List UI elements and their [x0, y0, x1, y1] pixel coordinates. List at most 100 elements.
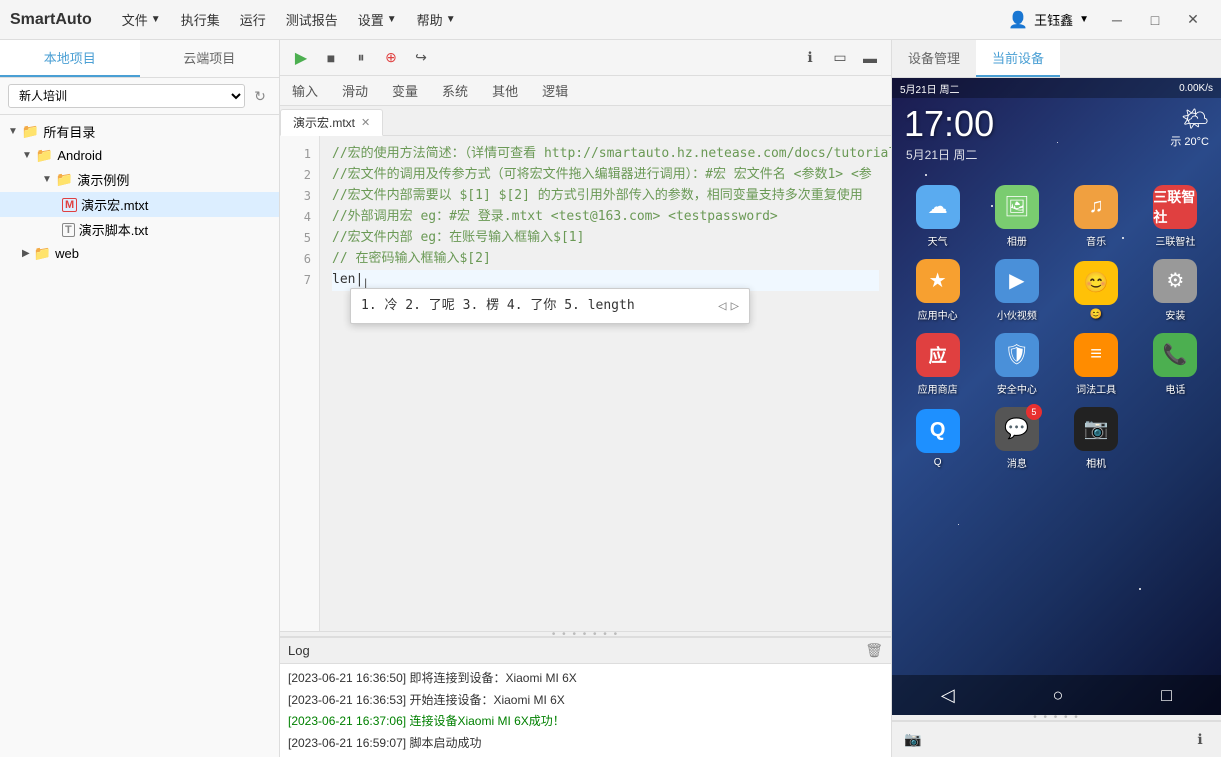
app-icon-video[interactable]: ▶ 小伙视频 — [979, 255, 1054, 325]
app-icon-phone[interactable]: 📞 电话 — [1138, 329, 1213, 399]
code-tab-other[interactable]: 其他 — [488, 79, 522, 102]
sidebar-tabs: 本地项目 云端项目 — [0, 40, 279, 78]
menu-settings[interactable]: 设置 ▼ — [348, 6, 407, 33]
menu-run[interactable]: 运行 — [230, 6, 276, 33]
app-icon-camera[interactable]: 📷 相机 — [1059, 403, 1134, 473]
code-tab-slide[interactable]: 滑动 — [338, 79, 372, 102]
minimize-button[interactable]: ─ — [1099, 6, 1135, 34]
tab-device-management[interactable]: 设备管理 — [892, 40, 976, 77]
tree-item-android[interactable]: ▼ 📁 Android — [0, 144, 279, 167]
tree-item-demo-script[interactable]: T 演示脚本.txt — [0, 217, 279, 242]
app-icon-sanlian[interactable]: 三联智社 三联智社 — [1138, 181, 1213, 251]
editor-content[interactable]: 1 2 3 4 5 6 7 //宏的使用方法简述：（详情可查看 http://s… — [280, 136, 891, 631]
code-line: //宏的使用方法简述：（详情可查看 http://smartauto.hz.ne… — [332, 144, 879, 165]
tab-current-device[interactable]: 当前设备 — [976, 40, 1060, 77]
app-icon-img: 🖼 — [995, 185, 1039, 229]
screenshot-button[interactable]: 📷 — [900, 727, 926, 753]
autocomplete-next[interactable]: ▷ — [731, 295, 739, 317]
tab-cloud-project[interactable]: 云端项目 — [140, 40, 280, 77]
stop-button[interactable]: ■ — [318, 45, 344, 71]
app-icon-img: 三联智社 — [1153, 185, 1197, 229]
menu-execset[interactable]: 执行集 — [171, 6, 230, 33]
project-selector: 新人培训 ↻ — [0, 78, 279, 115]
app-icon-appcenter[interactable]: ★ 应用中心 — [900, 255, 975, 325]
code-tab-sys[interactable]: 系统 — [438, 79, 472, 102]
app-icon-img: 📞 — [1153, 333, 1197, 377]
tree-item-demo[interactable]: ▼ 📁 演示例例 — [0, 167, 279, 192]
app-label: 相机 — [1086, 455, 1106, 470]
app-icon-emoji[interactable]: 😊 😊 — [1059, 255, 1134, 325]
triangle-icon: ▶ — [22, 248, 30, 259]
app-icon-install[interactable]: ⚙ 安装 — [1138, 255, 1213, 325]
tree-item-all-dirs[interactable]: ▼ 📁 所有目录 — [0, 119, 279, 144]
autocomplete-prev[interactable]: ◁ — [718, 295, 726, 317]
log-content: [2023-06-21 16:36:50] 即将连接到设备：Xiaomi MI … — [280, 664, 891, 757]
project-dropdown[interactable]: 新人培训 — [8, 84, 245, 108]
log-clear-button[interactable]: 🗑 — [865, 642, 883, 659]
triangle-icon: ▼ — [42, 174, 52, 185]
code-tab-var[interactable]: 变量 — [388, 79, 422, 102]
phone-recents-button[interactable]: □ — [1161, 685, 1172, 706]
code-line: //宏文件内部 eg：在账号输入框输入$[1] — [332, 228, 879, 249]
phone-nav-bar: ◁ ○ □ — [892, 675, 1221, 715]
window-controls: ─ □ ✕ — [1099, 6, 1211, 34]
device-screen: 5月21日 周二 0.00K/s 17:00 5月21日 周二 🌤 示 20°C — [892, 78, 1221, 715]
log-entry: [2023-06-21 16:36:50] 即将连接到设备：Xiaomi MI … — [288, 668, 883, 690]
phone-home-button[interactable]: ○ — [1053, 685, 1064, 706]
app-icon-tools[interactable]: ≡ 词法工具 — [1059, 329, 1134, 399]
phone-screen[interactable]: 5月21日 周二 0.00K/s 17:00 5月21日 周二 🌤 示 20°C — [892, 78, 1221, 715]
user-area[interactable]: 👤 王钰鑫 ▼ — [998, 6, 1099, 34]
code-tab-logic[interactable]: 逻辑 — [538, 79, 572, 102]
code-tab-input[interactable]: 输入 — [288, 79, 322, 102]
code-editor[interactable]: //宏的使用方法简述：（详情可查看 http://smartauto.hz.ne… — [320, 136, 891, 631]
app-label: 天气 — [928, 233, 948, 248]
app-icon-message[interactable]: 💬 5 消息 — [979, 403, 1054, 473]
app-icon-img: 🛡 — [995, 333, 1039, 377]
app-icon-img: ≡ — [1074, 333, 1118, 377]
autocomplete-text: 1. 冷 2. 了呢 3. 楞 4. 了你 5. length — [361, 296, 635, 317]
app-icon-gallery[interactable]: 🖼 相册 — [979, 181, 1054, 251]
menu-file[interactable]: 文件 ▼ — [112, 6, 171, 33]
tree-item-label: 演示宏.mtxt — [81, 195, 148, 214]
tab-local-project[interactable]: 本地项目 — [0, 40, 140, 77]
menu-testreport[interactable]: 测试报告 — [276, 6, 348, 33]
log-header: Log 🗑 — [280, 638, 891, 664]
app-icon-music[interactable]: ♫ 音乐 — [1059, 181, 1134, 251]
app-logo: SmartAuto — [10, 11, 92, 29]
app-icon-security[interactable]: 🛡 安全中心 — [979, 329, 1054, 399]
tab-close-button[interactable]: ✕ — [361, 116, 370, 129]
app-icon-weather[interactable]: ☁ 天气 — [900, 181, 975, 251]
run-button[interactable]: ▶ — [288, 45, 314, 71]
device-info-button[interactable]: ℹ — [1187, 727, 1213, 753]
app-icon-img: ♫ — [1074, 185, 1118, 229]
tree-item-label: web — [55, 246, 79, 261]
app-icon-img: ▶ — [995, 259, 1039, 303]
menu-help[interactable]: 帮助 ▼ — [407, 6, 466, 33]
phone-back-button[interactable]: ◁ — [941, 685, 955, 706]
editor-tab-macro[interactable]: 演示宏.mtxt ✕ — [280, 109, 383, 136]
refresh-button[interactable]: ↻ — [249, 85, 271, 107]
tree-item-web[interactable]: ▶ 📁 web — [0, 242, 279, 265]
maximize-button[interactable]: □ — [1137, 6, 1173, 34]
app-label: 应用商店 — [918, 381, 958, 396]
device-panel: 设备管理 当前设备 — [891, 40, 1221, 757]
code-line: //外部调用宏 eg：#宏 登录.mtxt <test@163.com> <te… — [332, 207, 879, 228]
app-label: 安全中心 — [997, 381, 1037, 396]
tab-label: 演示宏.mtxt — [293, 114, 355, 131]
log-text: 脚本启动成功 — [409, 736, 481, 750]
info-button[interactable]: ℹ — [797, 45, 823, 71]
main-content: 本地项目 云端项目 新人培训 ↻ ▼ 📁 所有目录 ▼ 📁 — [0, 40, 1221, 757]
step-button[interactable]: ↪ — [408, 45, 434, 71]
record-button[interactable]: ⊕ — [378, 45, 404, 71]
pause-button[interactable]: ⏸ — [348, 45, 374, 71]
code-tabs-bar: 输入 滑动 变量 系统 其他 逻辑 — [280, 76, 891, 106]
close-button[interactable]: ✕ — [1175, 6, 1211, 34]
view-toggle-1[interactable]: ▭ — [827, 45, 853, 71]
app-icon-img: ⚙ — [1153, 259, 1197, 303]
phone-weather: 🌤 示 20°C — [1170, 106, 1209, 149]
view-toggle-2[interactable]: ▬ — [857, 45, 883, 71]
log-time: [2023-06-21 16:37:06] — [288, 714, 406, 728]
app-icon-store[interactable]: 应 应用商店 — [900, 329, 975, 399]
tree-item-demo-macro[interactable]: M 演示宏.mtxt — [0, 192, 279, 217]
app-icon-qq[interactable]: Q Q — [900, 403, 975, 473]
